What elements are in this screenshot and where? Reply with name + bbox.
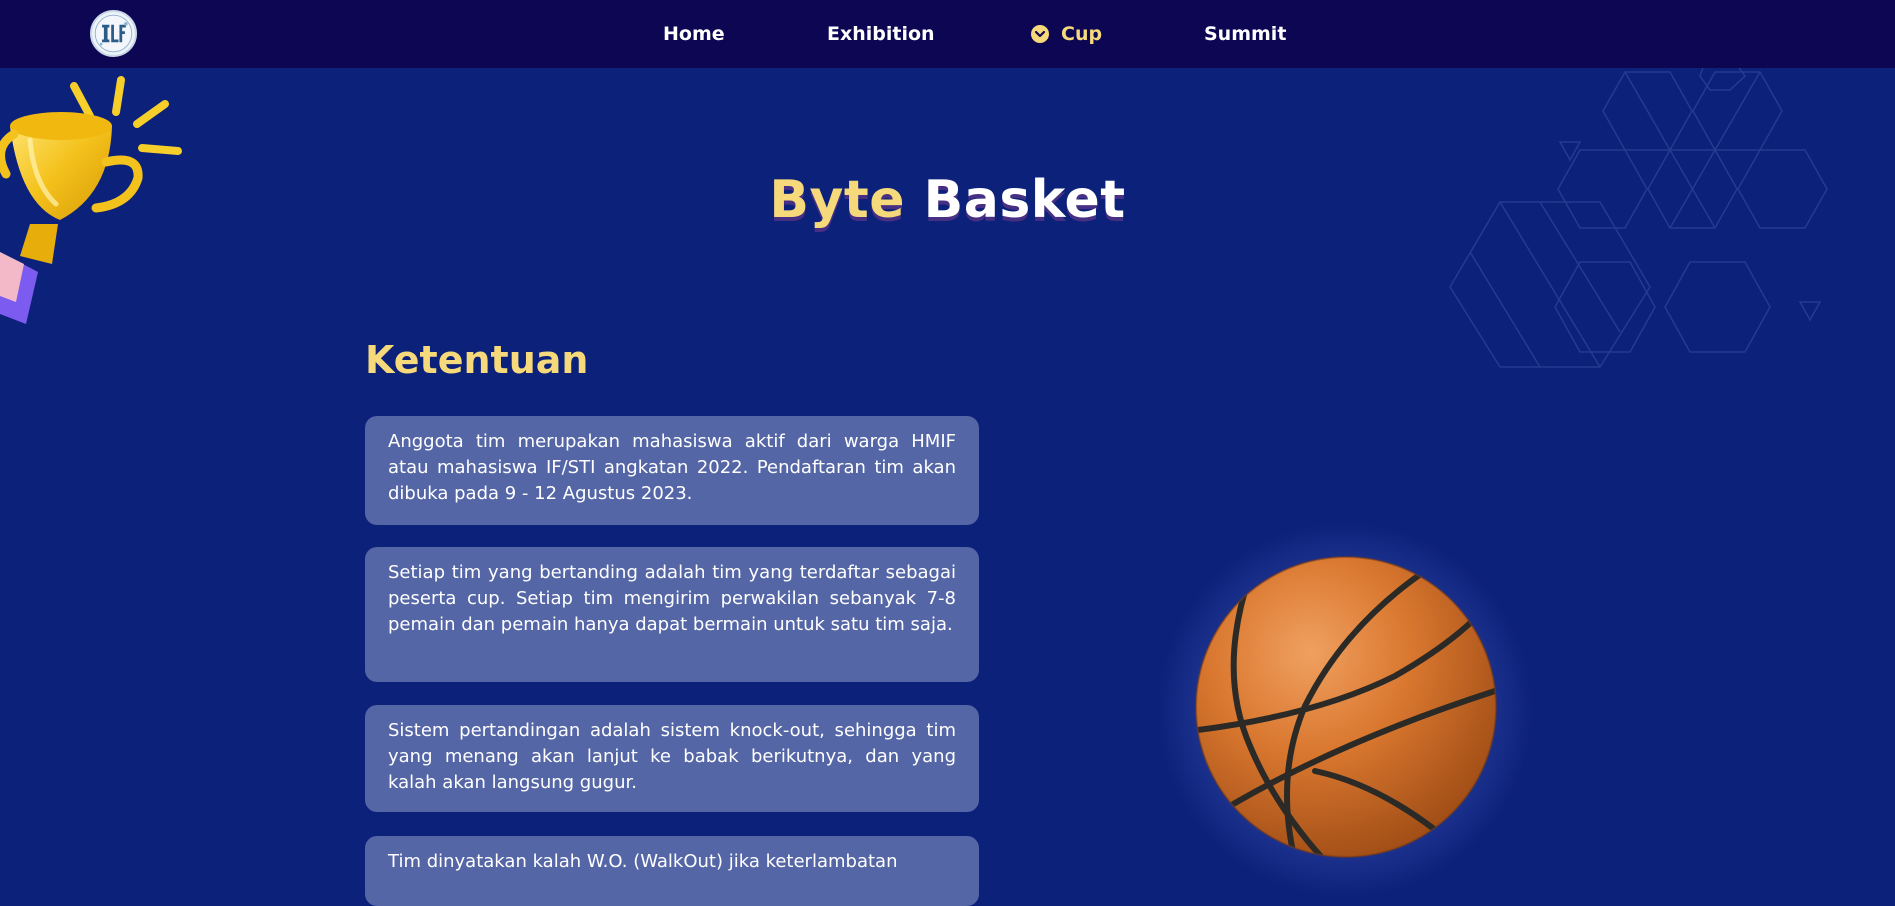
- page-title: Byte Basket: [0, 170, 1895, 230]
- rule-card: Tim dinyatakan kalah W.O. (WalkOut) jika…: [365, 836, 979, 906]
- nav-exhibition-link[interactable]: Exhibition: [827, 21, 935, 47]
- nav-cup-link[interactable]: Cup: [1031, 21, 1102, 47]
- title-rest: Basket: [923, 170, 1126, 230]
- top-navbar: Home Exhibition Cup Summit: [0, 0, 1895, 68]
- nav-home-link[interactable]: Home: [663, 21, 725, 47]
- title-highlight: Byte: [769, 170, 906, 230]
- rule-card: Anggota tim merupakan mahasiswa aktif da…: [365, 416, 979, 525]
- nav-summit-link[interactable]: Summit: [1204, 21, 1286, 47]
- rule-card: Sistem pertandingan adalah sistem knock-…: [365, 705, 979, 812]
- rules-heading: Ketentuan: [365, 338, 589, 382]
- basketball-icon: [1195, 556, 1497, 858]
- chevron-down-icon: [1031, 25, 1049, 43]
- hmif-logo-icon[interactable]: [90, 10, 137, 57]
- nav-cup-label: Cup: [1061, 23, 1103, 45]
- rule-card: Setiap tim yang bertanding adalah tim ya…: [365, 547, 979, 682]
